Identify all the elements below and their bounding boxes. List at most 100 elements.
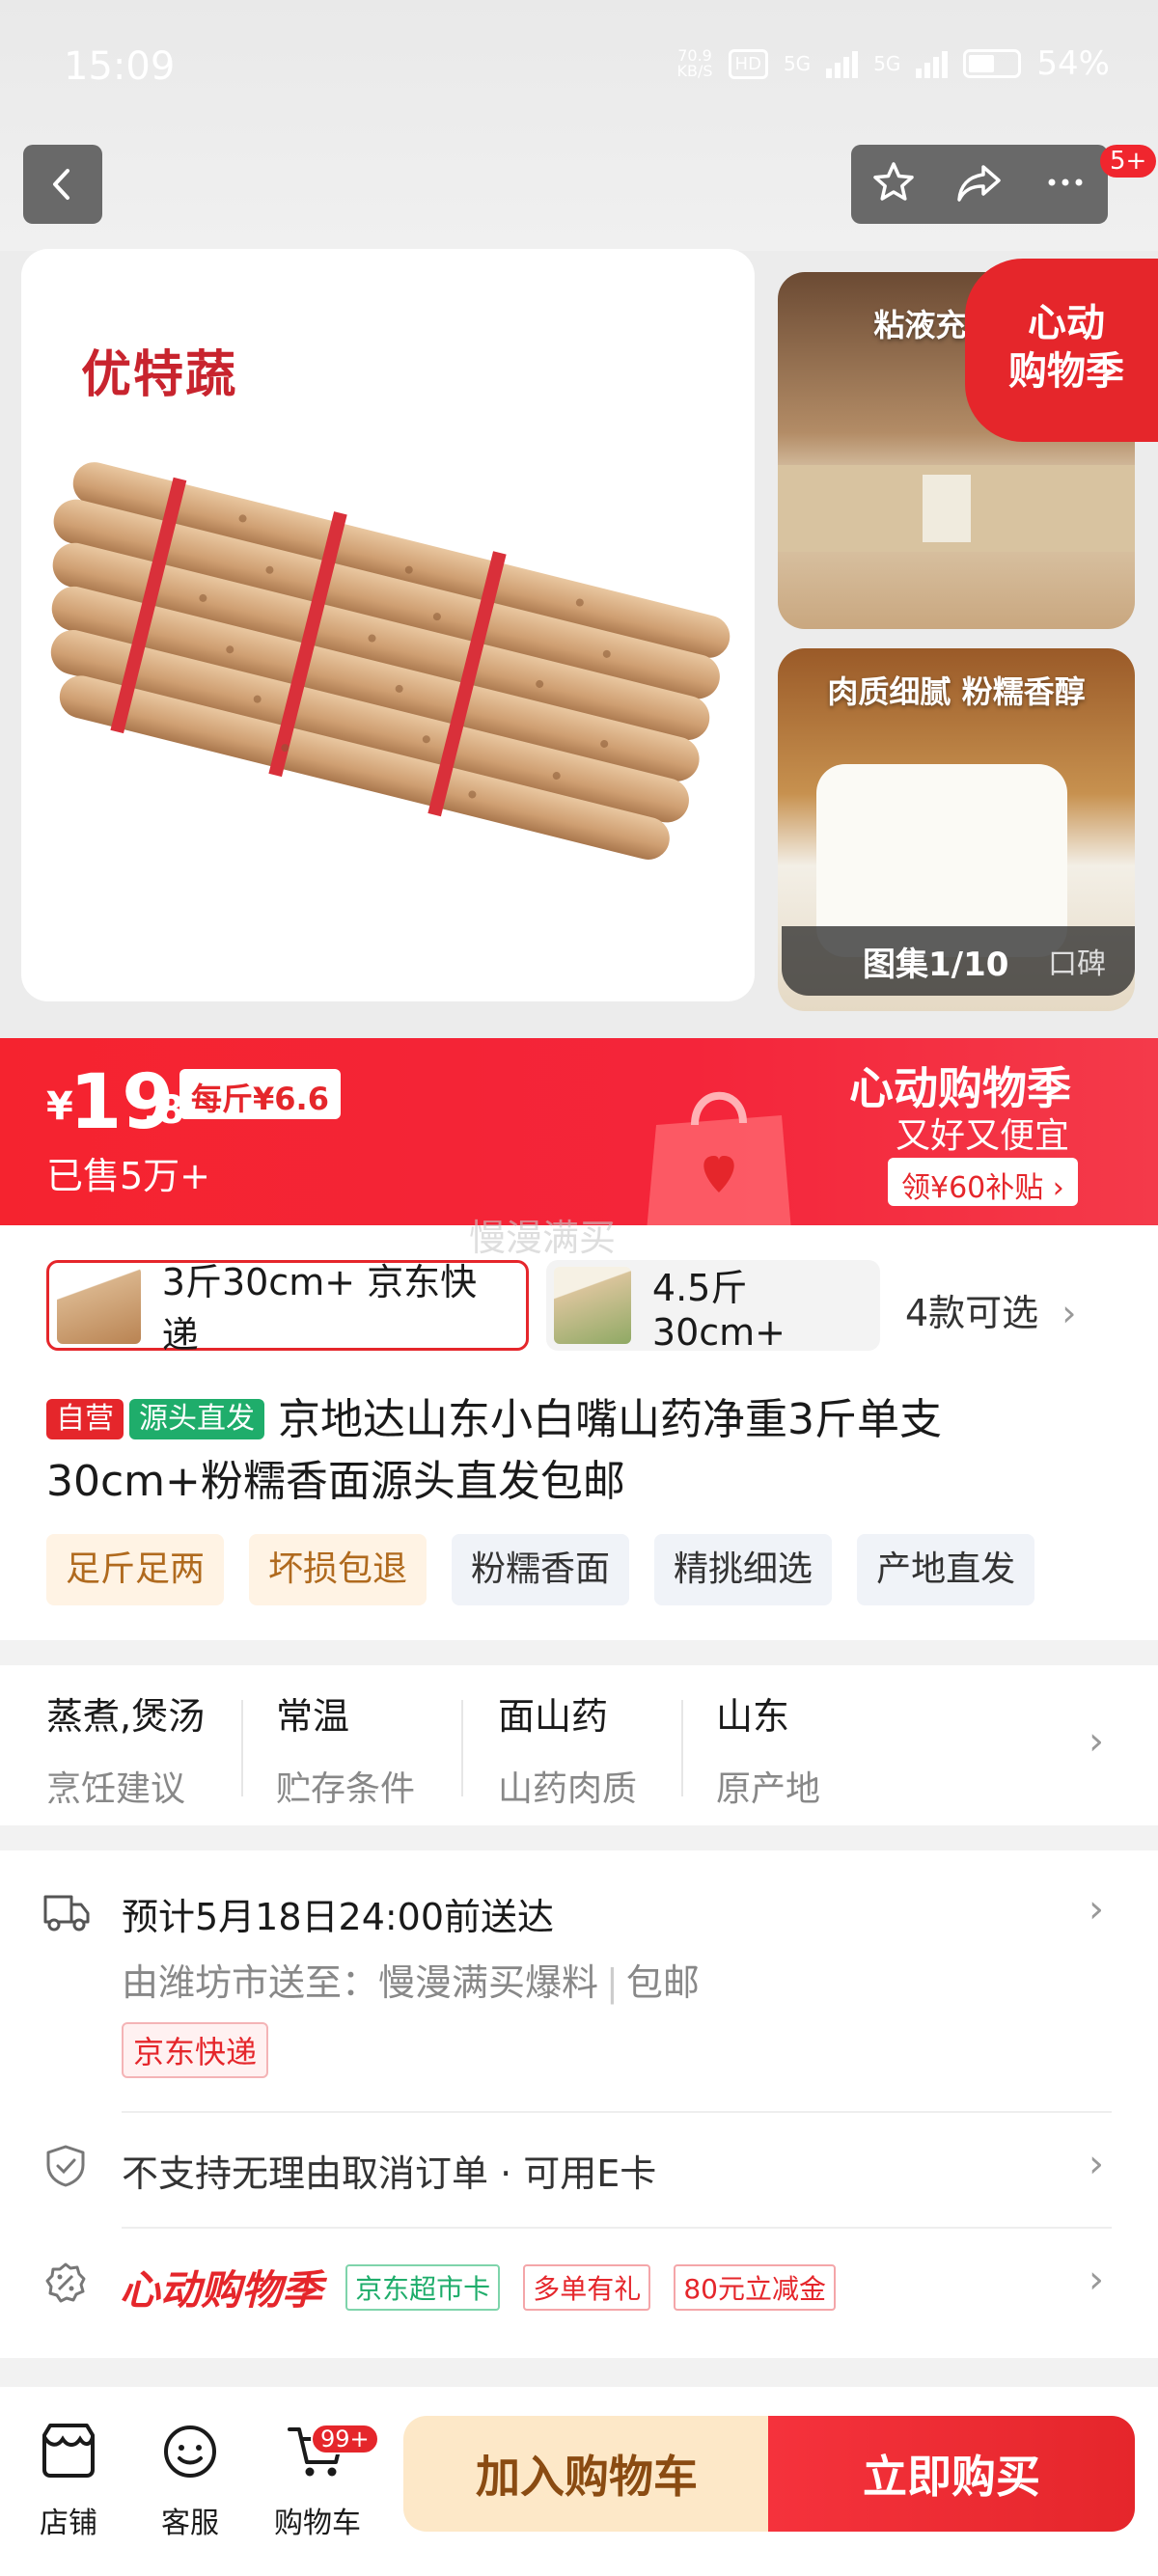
chevron-right-icon: › — [1089, 2142, 1104, 2186]
sku-option-label-2: 4.5斤30cm+ — [651, 1266, 786, 1354]
favorite-button[interactable] — [870, 159, 917, 209]
spec-value: 蒸煮,煲汤 — [46, 1695, 206, 1738]
festival-promo-tag[interactable]: 心动 购物季 — [965, 259, 1158, 442]
more-sku-options-label: 4款可选 — [905, 1292, 1039, 1334]
signal-icon-2 — [916, 49, 949, 78]
feature-tag: 产地直发 — [857, 1534, 1035, 1605]
more-sku-options-link[interactable]: 4款可选 › — [905, 1283, 1076, 1336]
chevron-right-icon: › — [1089, 1887, 1104, 1932]
sold-count: 已售5万+ — [46, 1155, 211, 1197]
chevron-right-icon: › — [1089, 2258, 1104, 2302]
store-icon — [42, 2424, 95, 2478]
star-icon — [872, 162, 914, 201]
share-button[interactable] — [954, 159, 1005, 209]
customer-service-icon — [164, 2425, 216, 2478]
gallery-counter: 图集1/10 — [863, 945, 1009, 984]
status-bar: 15:09 70.9 KB/S HD 5G 5G 54% — [0, 0, 1158, 135]
yam-bundle-illustration — [50, 462, 731, 860]
more-icon — [1048, 178, 1083, 186]
feature-tag: 足斤足两 — [46, 1534, 225, 1605]
spec-value: 面山药 — [498, 1695, 609, 1738]
buy-now-button[interactable]: 立即购买 — [768, 2416, 1135, 2532]
divider — [122, 2111, 1112, 2113]
spec-key: 贮存条件 — [276, 1769, 416, 1809]
tab-customer-service[interactable]: 客服 — [154, 2420, 226, 2541]
spec-storage: 常温 贮存条件 — [276, 1686, 415, 1811]
divider — [461, 1700, 463, 1796]
sku-option-label: 3斤30cm+ 京东快递 — [161, 1261, 478, 1357]
product-title: 自营 源头直发 京地达山东小白嘴山药净重3斤单支 — [46, 1389, 942, 1451]
main-product-image[interactable]: 优特蔬 — [21, 249, 755, 1001]
spec-key: 原产地 — [716, 1769, 821, 1809]
delivery-eta[interactable]: 预计5月18日24:00前送达 — [122, 1887, 554, 1940]
review-tab[interactable]: 口碑 — [1048, 940, 1106, 982]
sim2-label: 5G — [873, 52, 901, 75]
shield-check-icon — [46, 2145, 85, 2187]
chevron-right-icon: › — [1089, 1719, 1104, 1764]
spec-cooking: 蒸煮,煲汤 烹饪建议 — [46, 1686, 205, 1811]
back-button[interactable] — [23, 145, 102, 224]
delivery-route: 由潍坊市送至：慢漫满买爆料 | 包邮 — [122, 1961, 700, 2004]
price-banner: ¥ 19 .8 每斤¥6.6 已售5万+ 心动购物季 又好又便宜 领¥60补贴 … — [0, 1038, 1158, 1231]
battery-icon — [963, 49, 1022, 78]
divider — [681, 1700, 683, 1796]
sku-thumb-image — [57, 1267, 141, 1344]
service-policy[interactable]: 不支持无理由取消订单 · 可用E卡 — [122, 2144, 656, 2197]
shipping-free: 包邮 — [625, 1961, 700, 2004]
sku-option-selected[interactable]: 3斤30cm+ 京东快递 — [46, 1260, 529, 1357]
network-speed-unit: KB/S — [676, 62, 713, 80]
spec-key: 山药肉质 — [498, 1769, 638, 1809]
spec-key: 烹饪建议 — [46, 1769, 186, 1809]
spec-origin: 山东 原产地 — [716, 1686, 820, 1811]
promotion-title: 心动购物季 — [120, 2266, 323, 2314]
sku-thumb-image-2 — [554, 1267, 631, 1344]
gallery-counter-bar[interactable]: 图集1/10 口碑 — [782, 926, 1135, 996]
promo-pill: 多单有礼 — [523, 2264, 651, 2311]
more-button[interactable] — [1042, 159, 1089, 209]
spec-value: 山东 — [716, 1695, 790, 1738]
chevron-right-icon: › — [1062, 1292, 1077, 1334]
promo-pill: 80元立减金 — [674, 2264, 836, 2311]
tab-store-label: 店铺 — [40, 2507, 97, 2540]
battery-percent: 54% — [1036, 44, 1110, 83]
feature-tag: 粉糯香面 — [452, 1534, 630, 1605]
truck-icon — [43, 1895, 90, 1932]
product-title-line1: 京地达山东小白嘴山药净重3斤单支 — [278, 1395, 942, 1444]
sim1-label: 5G — [783, 52, 812, 75]
tab-store[interactable]: 店铺 — [35, 2420, 102, 2541]
battery-level — [969, 55, 995, 72]
self-operated-tag: 自营 — [46, 1399, 124, 1439]
thumb-caption-2: 肉质细腻 粉糯香醇 — [827, 673, 1086, 710]
spec-value: 常温 — [276, 1695, 350, 1738]
network-speed: 70.9 KB/S — [677, 48, 713, 79]
feature-tag: 坏损包退 — [249, 1534, 427, 1605]
hd-badge: HD — [728, 48, 768, 79]
price-decimal: .8 — [143, 1088, 185, 1133]
status-time: 15:09 — [64, 44, 176, 89]
promo-tag-line2: 购物季 — [1008, 349, 1124, 394]
bottom-action-bar: 店铺 客服 购物车 99+ 加入购物车 立即购买 — [0, 2387, 1158, 2576]
message-badge: 5+ — [1100, 145, 1157, 178]
feature-tag: 精挑细选 — [654, 1534, 833, 1605]
signal-icon — [826, 49, 859, 78]
unit-price-badge: 每斤¥6.6 — [179, 1069, 341, 1119]
tab-service-label: 客服 — [161, 2507, 219, 2540]
subsidy-coupon-button[interactable]: 领¥60补贴 › — [888, 1158, 1078, 1206]
product-title-line2: 30cm+粉糯香面源头直发包邮 — [46, 1457, 625, 1506]
delivery-route-text: 由潍坊市送至：慢漫满买爆料 — [122, 1961, 599, 2004]
festival-subtitle: 又好又便宜 — [896, 1116, 1070, 1156]
shopping-bag-icon — [647, 1091, 791, 1231]
top-action-group — [851, 145, 1108, 224]
cart-count-badge: 99+ — [311, 2424, 379, 2454]
divider — [241, 1700, 243, 1796]
divider — [122, 2227, 1112, 2229]
chevron-left-icon — [53, 169, 69, 200]
sku-selector: 3斤30cm+ 京东快递 4.5斤30cm+ — [46, 1260, 880, 1357]
carrier-badge: 京东快递 — [122, 2022, 269, 2078]
promo-pill: 京东超市卡 — [345, 2264, 501, 2311]
add-to-cart-button[interactable]: 加入购物车 — [403, 2416, 770, 2532]
share-icon — [957, 165, 1001, 202]
promotion-row[interactable]: 心动购物季 京东超市卡 多单有礼 80元立减金 — [120, 2258, 836, 2316]
feature-tags: 足斤足两 坏损包退 粉糯香面 精挑细选 产地直发 — [46, 1534, 1035, 1605]
sku-option[interactable]: 4.5斤30cm+ — [546, 1260, 880, 1354]
